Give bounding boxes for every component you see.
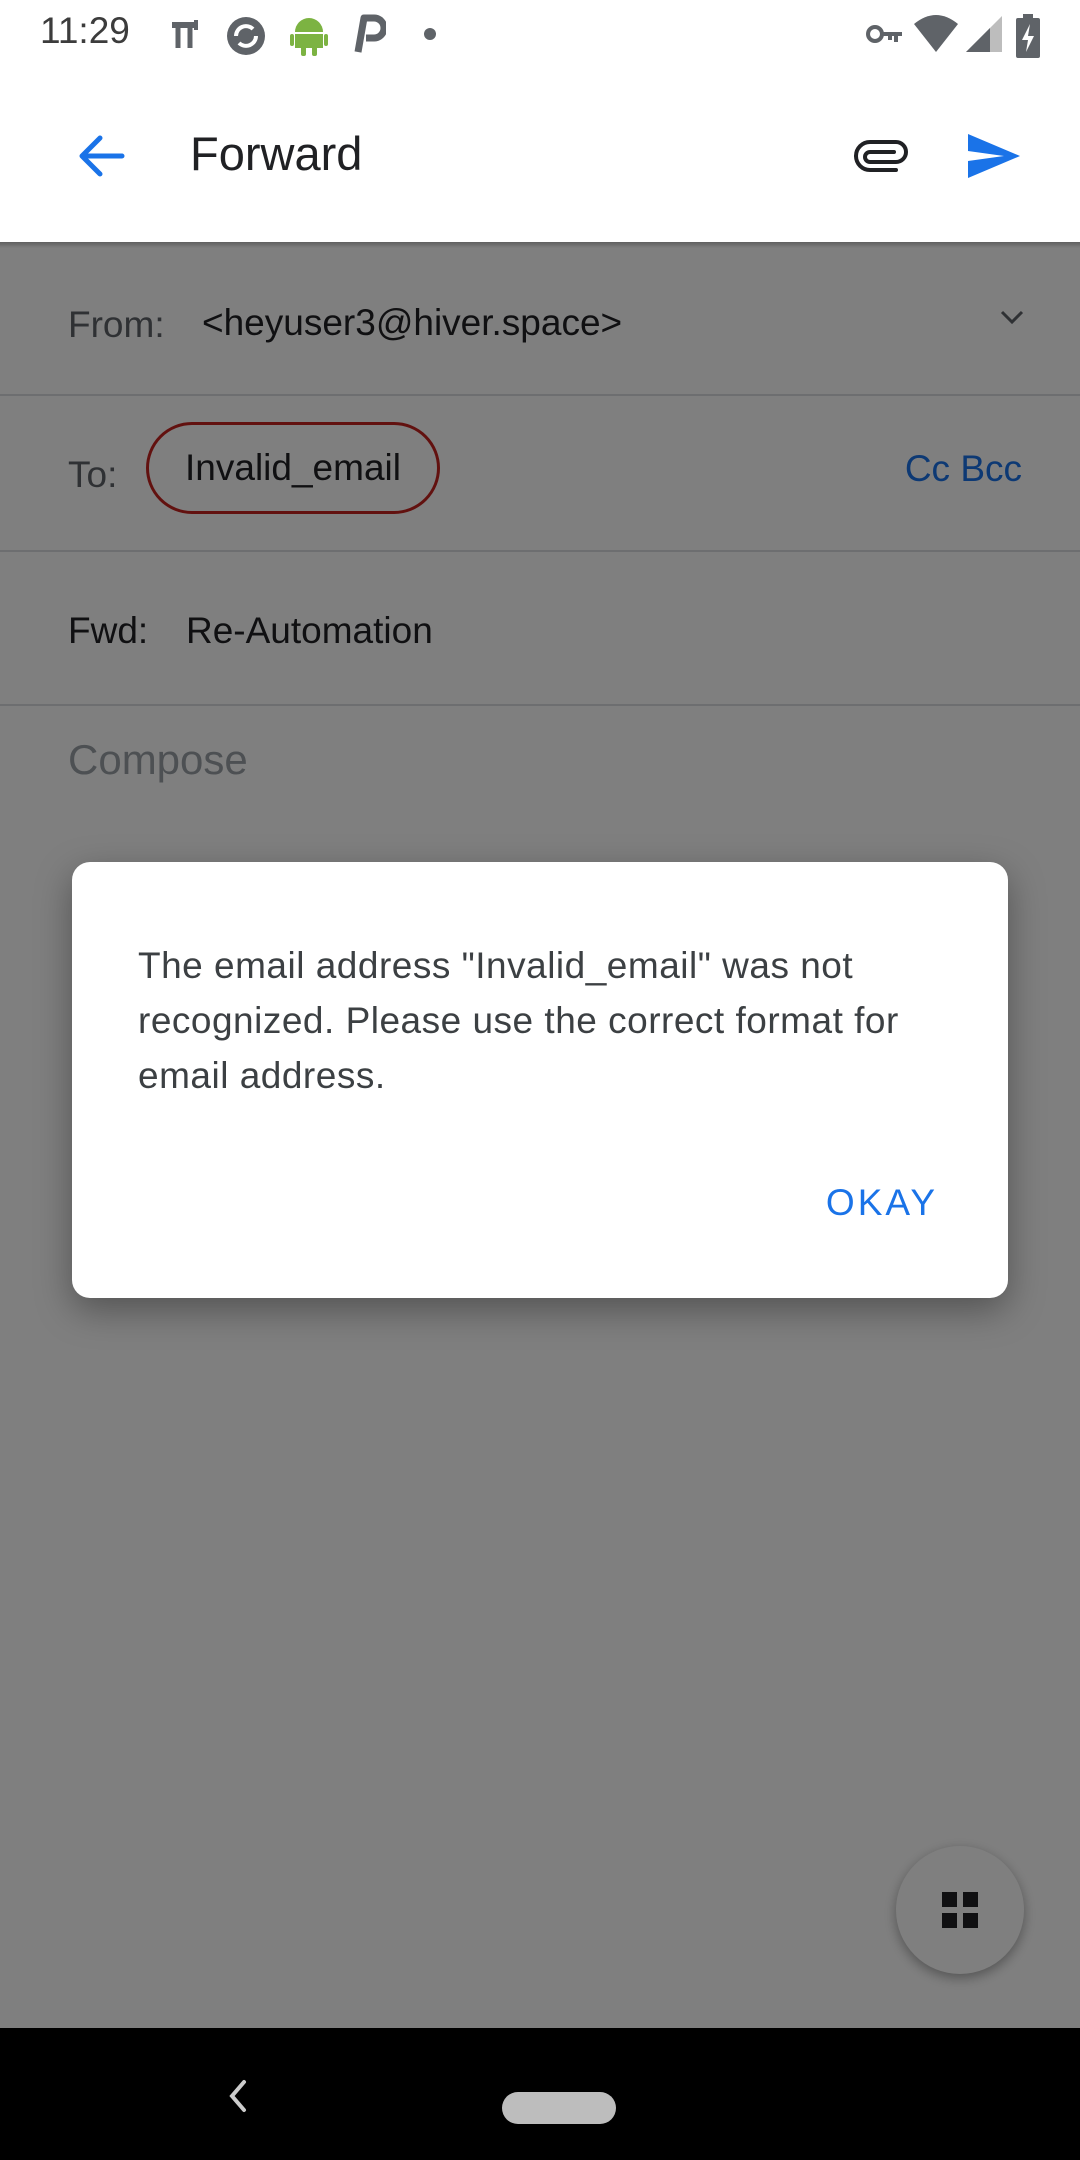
dialog-message: The email address "Invalid_email" was no…: [138, 945, 899, 1096]
wifi-icon: [914, 15, 958, 52]
okay-button[interactable]: OKAY: [826, 1182, 938, 1224]
arrow-back-icon[interactable]: [70, 124, 134, 188]
app-bar: Forward: [0, 68, 1080, 242]
p-app-icon: [354, 14, 386, 53]
vpn-key-icon: [866, 25, 902, 43]
paperclip-icon[interactable]: [846, 128, 910, 184]
nav-back-icon[interactable]: [222, 2076, 252, 2116]
page-title: Forward: [190, 127, 363, 180]
cell-signal-icon: [966, 16, 1002, 52]
status-bar: 11:29: [0, 0, 1080, 68]
android-icon: [290, 18, 328, 56]
status-time: 11:29: [40, 10, 130, 51]
screen: 11:29 Forward The email address "Invalid…: [0, 0, 1080, 2160]
dot-icon: [424, 28, 436, 40]
nav-home-pill[interactable]: [502, 2092, 616, 2124]
send-icon[interactable]: [964, 126, 1024, 186]
battery-charging-icon: [1016, 14, 1040, 58]
error-dialog: The email address "Invalid_email" was no…: [72, 862, 1008, 1298]
system-nav-bar: [0, 2028, 1080, 2160]
sync-icon: [227, 17, 265, 55]
hdmi-icon: [172, 20, 198, 48]
